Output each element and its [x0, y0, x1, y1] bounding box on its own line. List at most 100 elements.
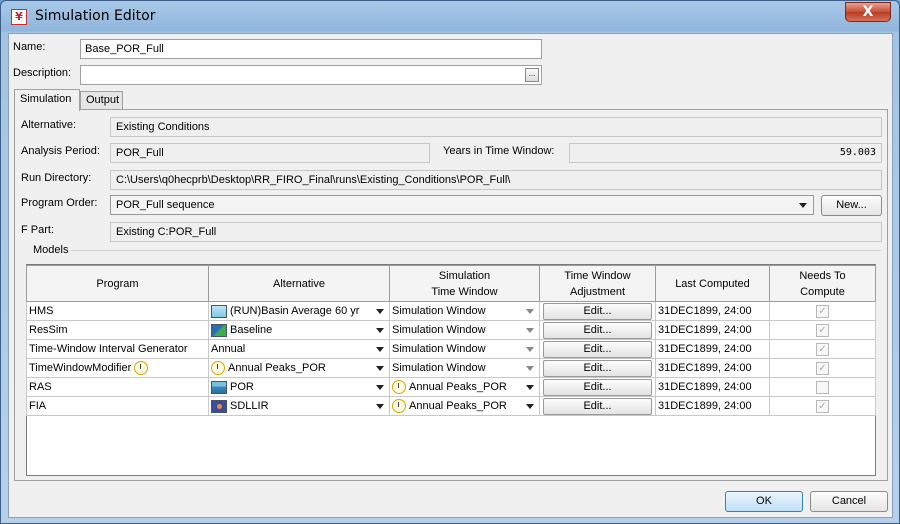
program-cell: FIA: [26, 396, 209, 416]
description-browse-button[interactable]: ...: [525, 68, 539, 82]
run-directory-value: C:\Users\q0hecprb\Desktop\RR_FIRO_Final\…: [110, 170, 882, 190]
table-row[interactable]: TimeWindowModifier Annual Peaks_POR Simul…: [26, 358, 876, 378]
edit-tw-adjustment-button[interactable]: Edit...: [543, 340, 652, 358]
table-row[interactable]: Time-Window Interval Generator Annual Sim…: [26, 339, 876, 359]
sim-time-window-value: Simulation Window: [392, 343, 486, 355]
alternative-value: Existing Conditions: [110, 117, 882, 137]
sim-time-window-cell[interactable]: Annual Peaks_POR: [389, 396, 540, 416]
chevron-down-icon: [526, 384, 534, 390]
sim-time-window-cell[interactable]: Simulation Window: [389, 320, 540, 340]
chevron-down-icon: [376, 308, 384, 314]
sim-time-window-select[interactable]: Simulation Window: [392, 303, 537, 320]
chevron-down-icon: [526, 365, 534, 371]
program-name: FIA: [29, 400, 47, 412]
alternative-select[interactable]: SDLLIR: [211, 398, 387, 415]
tab-output[interactable]: Output: [80, 91, 123, 109]
sim-time-window-cell[interactable]: Simulation Window: [389, 358, 540, 378]
alternative-select[interactable]: Annual Peaks_POR: [211, 360, 387, 377]
alternative-cell[interactable]: SDLLIR: [208, 396, 390, 416]
fia-model-icon: [211, 399, 227, 413]
col-header-simulation-time-window[interactable]: Simulation Time Window: [389, 265, 540, 302]
cancel-button[interactable]: Cancel: [810, 491, 888, 512]
alternative-value: POR: [230, 381, 254, 393]
dialog-body: Name: Base_POR_Full Description: ... Sim…: [8, 33, 893, 518]
ressim-model-icon: [211, 323, 227, 337]
tab-simulation[interactable]: Simulation: [14, 89, 80, 111]
alternative-cell[interactable]: Annual Peaks_POR: [208, 358, 390, 378]
sim-time-window-cell[interactable]: Annual Peaks_POR: [389, 377, 540, 397]
program-name: Time-Window Interval Generator: [29, 343, 188, 355]
needs-compute-checkbox: [816, 380, 829, 394]
description-field[interactable]: [80, 65, 542, 85]
needs-compute-checkbox: ✓: [816, 361, 829, 375]
table-row[interactable]: HMS (RUN)Basin Average 60 yr Simulation W…: [26, 301, 876, 321]
edit-tw-adjustment-button[interactable]: Edit...: [543, 302, 652, 320]
sim-time-window-cell[interactable]: Simulation Window: [389, 301, 540, 321]
alternative-cell[interactable]: Annual: [208, 339, 390, 359]
alternative-cell[interactable]: Baseline: [208, 320, 390, 340]
table-row[interactable]: FIA SDLLIR Annual Peaks_POR Edit... 31DEC18…: [26, 396, 876, 416]
program-cell: HMS: [26, 301, 209, 321]
sim-time-window-value: Annual Peaks_POR: [409, 381, 507, 393]
chevron-down-icon: [526, 403, 534, 409]
table-row[interactable]: ResSim Baseline Simulation Window Edit... 3…: [26, 320, 876, 340]
close-button[interactable]: X: [845, 2, 891, 22]
alternative-value: SDLLIR: [230, 400, 269, 412]
program-order-select[interactable]: POR_Full sequence: [110, 195, 814, 215]
col-header-last-computed[interactable]: Last Computed: [655, 265, 770, 302]
chevron-down-icon: [376, 403, 384, 409]
col-header-needs-to-compute[interactable]: Needs To Compute: [769, 265, 876, 302]
sim-time-window-select[interactable]: Annual Peaks_POR: [392, 398, 537, 415]
program-order-value: POR_Full sequence: [116, 199, 215, 211]
edit-tw-adjustment-button[interactable]: Edit...: [543, 321, 652, 339]
fpart-label: F Part:: [21, 224, 55, 236]
tw-adjustment-cell: Edit...: [539, 320, 656, 340]
last-computed-cell: 31DEC1899, 24:00: [655, 301, 770, 321]
sim-time-window-cell[interactable]: Simulation Window: [389, 339, 540, 359]
sim-time-window-value: Simulation Window: [392, 362, 486, 374]
col-header-line: Simulation: [438, 269, 491, 282]
last-computed-cell: 31DEC1899, 24:00: [655, 339, 770, 359]
chevron-down-icon: [376, 327, 384, 333]
alternative-select[interactable]: POR: [211, 379, 387, 396]
needs-compute-cell: [769, 377, 876, 397]
tw-adjustment-cell: Edit...: [539, 377, 656, 397]
col-header-time-window-adjustment[interactable]: Time Window Adjustment: [539, 265, 656, 302]
sim-time-window-select[interactable]: Simulation Window: [392, 341, 537, 358]
col-header-alternative[interactable]: Alternative: [208, 265, 390, 302]
needs-compute-checkbox: ✓: [816, 342, 829, 356]
table-row[interactable]: RAS POR Annual Peaks_POR Edit... 31DEC1899,…: [26, 377, 876, 397]
new-program-order-button[interactable]: New...: [821, 195, 882, 216]
col-header-program[interactable]: Program: [26, 265, 209, 302]
alternative-cell[interactable]: POR: [208, 377, 390, 397]
last-computed-cell: 31DEC1899, 24:00: [655, 358, 770, 378]
alternative-value: (RUN)Basin Average 60 yr: [230, 305, 360, 317]
name-field[interactable]: Base_POR_Full: [80, 39, 542, 59]
title-bar[interactable]: ¥ Simulation Editor X: [1, 1, 899, 32]
edit-tw-adjustment-button[interactable]: Edit...: [543, 378, 652, 396]
alternative-select[interactable]: (RUN)Basin Average 60 yr: [211, 303, 387, 320]
last-computed-cell: 31DEC1899, 24:00: [655, 320, 770, 340]
alternative-select[interactable]: Annual: [211, 341, 387, 358]
description-label: Description:: [13, 67, 72, 79]
sim-time-window-select[interactable]: Annual Peaks_POR: [392, 379, 537, 396]
clock-icon: [392, 399, 406, 413]
edit-tw-adjustment-button[interactable]: Edit...: [543, 359, 652, 377]
ok-button[interactable]: OK: [725, 491, 803, 512]
window-title: Simulation Editor: [35, 8, 156, 24]
program-order-label: Program Order:: [21, 197, 98, 209]
alternative-select[interactable]: Baseline: [211, 322, 387, 339]
run-directory-label: Run Directory:: [21, 172, 92, 184]
chevron-down-icon: [526, 308, 534, 314]
program-name: RAS: [29, 381, 52, 393]
edit-tw-adjustment-button[interactable]: Edit...: [543, 397, 652, 415]
tw-adjustment-cell: Edit...: [539, 339, 656, 359]
fpart-value: Existing C:POR_Full: [110, 222, 882, 242]
alternative-cell[interactable]: (RUN)Basin Average 60 yr: [208, 301, 390, 321]
ras-model-icon: [211, 380, 227, 394]
sim-time-window-select[interactable]: Simulation Window: [392, 322, 537, 339]
last-computed-cell: 31DEC1899, 24:00: [655, 396, 770, 416]
clock-icon: [134, 361, 149, 375]
program-cell: TimeWindowModifier: [26, 358, 209, 378]
sim-time-window-select[interactable]: Simulation Window: [392, 360, 537, 377]
